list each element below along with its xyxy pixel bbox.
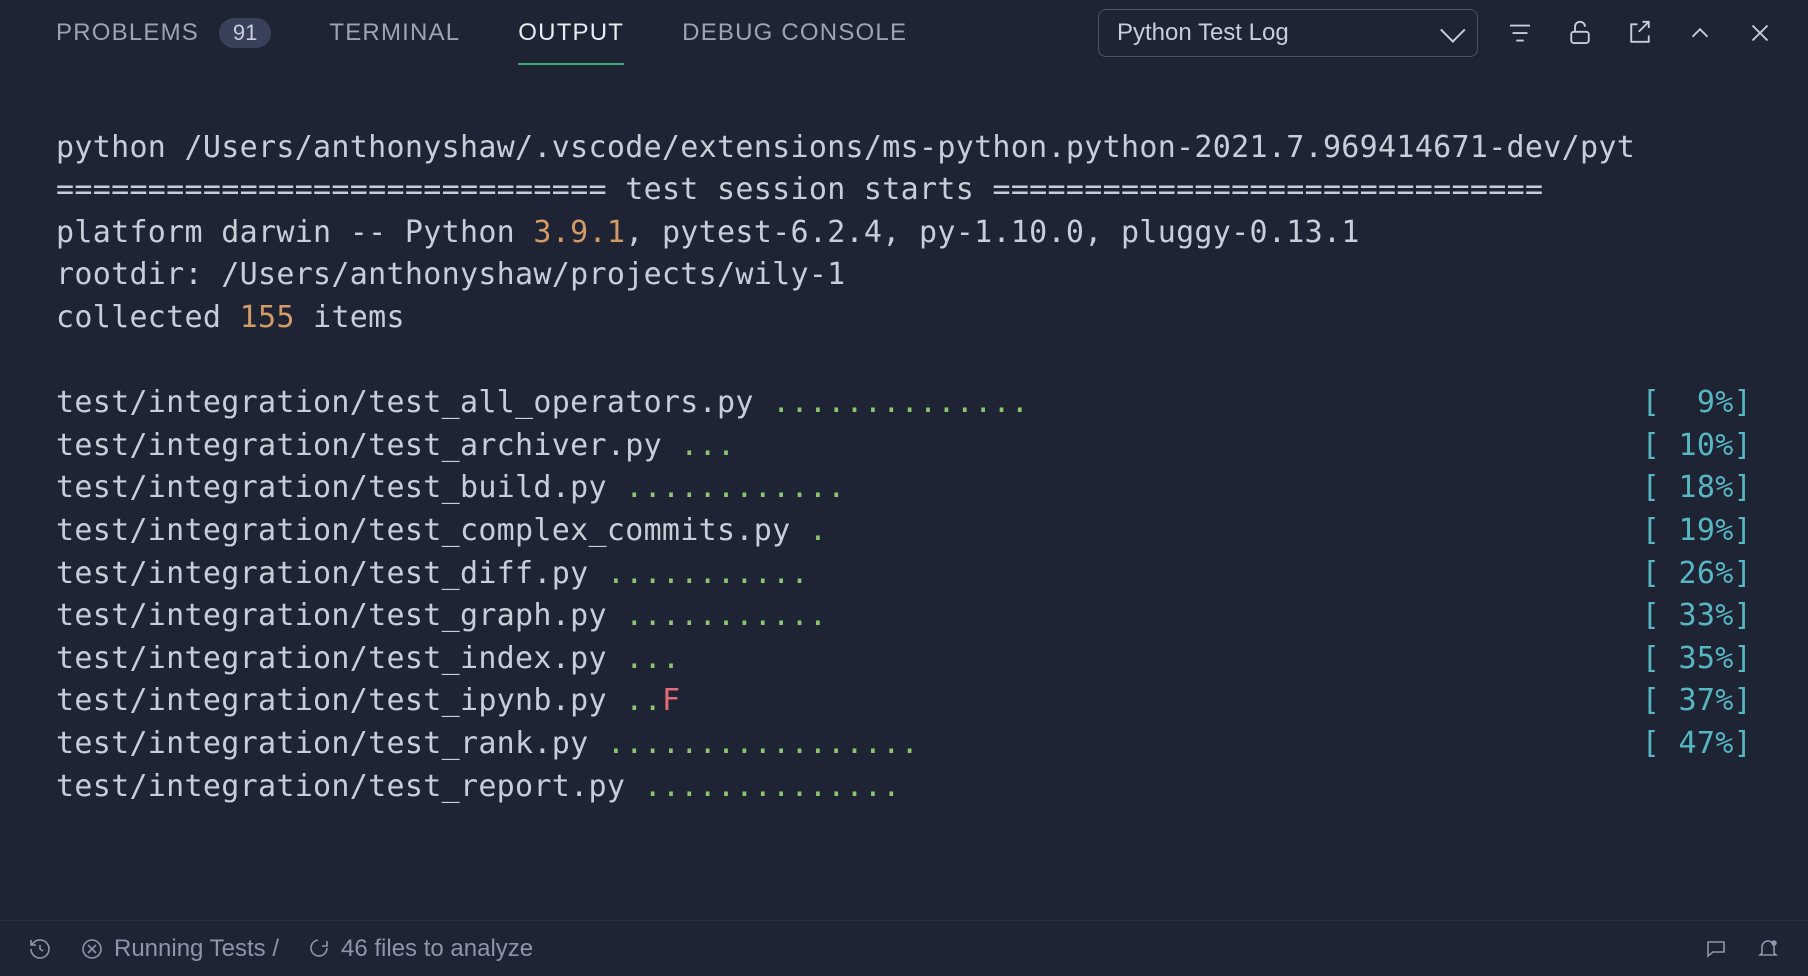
rootdir-line: rootdir: /Users/anthonyshaw/projects/wil… [56,257,846,292]
test-line: test/integration/test_all_operators.py .… [56,382,1752,425]
test-line: test/integration/test_index.py ... [ 35%] [56,638,1752,681]
test-dots: .............. [625,766,900,809]
tab-debug-console[interactable]: DEBUG CONSOLE [682,3,907,63]
test-path: test/integration/test_ipynb.py [56,680,607,723]
output-command-line: python /Users/anthonyshaw/.vscode/extens… [56,130,1635,165]
test-line: test/integration/test_build.py .........… [56,467,1752,510]
test-path: test/integration/test_all_operators.py [56,382,754,425]
tab-problems-count: 91 [219,18,271,48]
tab-problems[interactable]: PROBLEMS 91 [56,2,271,64]
status-bar: Running Tests / 46 files to analyze [0,920,1808,976]
collected-count: 155 [240,300,295,335]
test-pct: [ 18%] [1642,467,1752,510]
test-line: test/integration/test_complex_commits.py… [56,510,1752,553]
close-icon[interactable] [1742,15,1778,51]
test-pct: [ 26%] [1642,553,1752,596]
test-pct: [ 10%] [1642,425,1752,468]
session-divider-right: ============================== [974,172,1543,207]
status-running-label: Running Tests / [114,935,279,963]
test-dots: ... [662,425,735,468]
tab-terminal-label: TERMINAL [329,19,460,46]
test-line: test/integration/test_report.py ........… [56,766,1752,809]
chevron-up-icon[interactable] [1682,15,1718,51]
test-path: test/integration/test_graph.py [56,595,607,638]
test-dots: .. [607,680,662,723]
test-dots: .............. [754,382,1029,425]
test-pct: [ 9%] [1642,382,1752,425]
output-channel-select[interactable]: Python Test Log [1098,9,1478,57]
status-analyze-label: 46 files to analyze [341,935,533,963]
chevron-down-icon [1440,17,1465,42]
test-lines: test/integration/test_all_operators.py .… [56,382,1752,808]
status-feedback-icon[interactable] [1704,937,1728,961]
tab-debug-label: DEBUG CONSOLE [682,19,907,46]
test-path: test/integration/test_archiver.py [56,425,662,468]
test-line: test/integration/test_rank.py ..........… [56,723,1752,766]
panel-header: PROBLEMS 91 TERMINAL OUTPUT DEBUG CONSOL… [0,0,1808,66]
test-pct: [ 33%] [1642,595,1752,638]
tab-terminal[interactable]: TERMINAL [329,3,460,63]
test-path: test/integration/test_index.py [56,638,607,681]
test-path: test/integration/test_rank.py [56,723,588,766]
session-divider-left: ============================== [56,172,625,207]
test-dots: . [790,510,827,553]
test-path: test/integration/test_build.py [56,467,607,510]
tab-output[interactable]: OUTPUT [518,3,624,63]
test-path: test/integration/test_diff.py [56,553,588,596]
status-running-tests[interactable]: Running Tests / [80,935,279,963]
open-file-icon[interactable] [1622,15,1658,51]
test-dots: ........... [607,595,827,638]
panel-tabs: PROBLEMS 91 TERMINAL OUTPUT DEBUG CONSOL… [56,2,907,64]
test-pct: [ 47%] [1642,723,1752,766]
output-channel-selected: Python Test Log [1117,19,1289,47]
status-history-icon[interactable] [28,937,52,961]
filter-icon[interactable] [1502,15,1538,51]
test-pct: [ 35%] [1642,638,1752,681]
test-line: test/integration/test_archiver.py ... [ 1… [56,425,1752,468]
test-pct: [ 19%] [1642,510,1752,553]
collected-prefix: collected [56,300,240,335]
test-line: test/integration/test_diff.py ..........… [56,553,1752,596]
test-line: test/integration/test_ipynb.py ..F[ 37%] [56,680,1752,723]
test-path: test/integration/test_complex_commits.py [56,510,790,553]
platform-suffix: , pytest-6.2.4, py-1.10.0, pluggy-0.13.1 [625,215,1359,250]
test-dots: ........... [588,553,808,596]
test-dots: ................. [588,723,919,766]
platform-prefix: platform darwin -- Python [56,215,533,250]
status-bell-icon[interactable] [1756,937,1780,961]
status-analyze[interactable]: 46 files to analyze [307,935,533,963]
collected-suffix: items [295,300,405,335]
tab-output-label: OUTPUT [518,19,624,46]
test-path: test/integration/test_report.py [56,766,625,809]
test-pct: [ 37%] [1642,680,1752,723]
test-line: test/integration/test_graph.py .........… [56,595,1752,638]
test-dots: ............ [607,467,846,510]
session-title: test session starts [625,172,974,207]
tab-problems-label: PROBLEMS [56,19,199,46]
python-version: 3.9.1 [533,215,625,250]
test-dots: ... [607,638,680,681]
output-panel-body[interactable]: python /Users/anthonyshaw/.vscode/extens… [0,66,1808,920]
unlock-icon[interactable] [1562,15,1598,51]
panel-actions: Python Test Log [1098,9,1778,57]
